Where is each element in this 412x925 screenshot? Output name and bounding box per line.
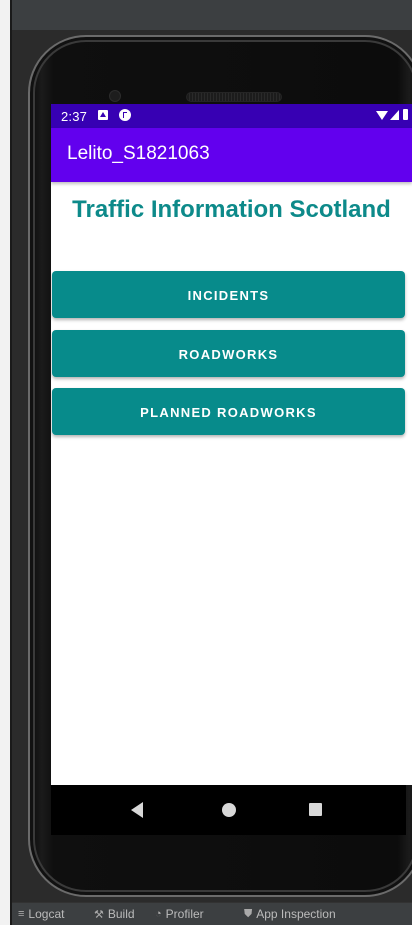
status-time: 2:37	[61, 109, 88, 124]
device-screen: 2:37 Lelito_S1821063 Traffic Information…	[51, 104, 412, 785]
notification-a-icon	[98, 110, 108, 120]
roadworks-button[interactable]: ROADWORKS	[52, 330, 405, 377]
ide-top-bar	[12, 0, 412, 30]
hammer-icon: ⚒	[94, 908, 104, 921]
system-nav-bar	[51, 785, 406, 835]
speaker-grille-icon	[186, 92, 282, 102]
logcat-icon: ≡	[18, 908, 25, 920]
signal-icon	[390, 110, 399, 120]
tab-build-label: Build	[107, 907, 135, 921]
ide-left-border	[0, 0, 12, 925]
tab-profiler-label: Profiler	[165, 907, 204, 921]
app-bar: Lelito_S1821063	[51, 128, 412, 182]
inspection-icon: ⛊	[244, 907, 253, 920]
tab-app-inspection-label: App Inspection	[256, 907, 336, 921]
status-bar: 2:37	[51, 104, 412, 128]
wifi-icon	[376, 111, 388, 120]
planned-roadworks-button[interactable]: PLANNED ROADWORKS	[52, 388, 405, 435]
app-title: Lelito_S1821063	[67, 143, 210, 164]
tab-profiler[interactable]: ◔ Profiler	[155, 907, 204, 921]
ide-tool-window-bar: ≡ Logcat ⚒ Build ◔ Profiler ⛊ App Inspec…	[12, 902, 412, 925]
tab-logcat-label: Logcat	[28, 907, 65, 921]
battery-icon	[403, 109, 408, 120]
home-icon[interactable]	[222, 803, 236, 817]
back-icon[interactable]	[131, 802, 143, 818]
page-title: Traffic Information Scotland	[72, 196, 391, 223]
tab-build[interactable]: ⚒ Build	[94, 907, 135, 921]
notification-play-icon	[119, 109, 131, 121]
front-camera-icon	[109, 90, 121, 102]
incidents-button[interactable]: INCIDENTS	[52, 271, 405, 318]
gauge-icon: ◔	[155, 908, 162, 920]
tab-app-inspection[interactable]: ⛊ App Inspection	[244, 907, 336, 921]
tab-logcat[interactable]: ≡ Logcat	[18, 907, 64, 921]
recents-icon[interactable]	[309, 803, 322, 816]
